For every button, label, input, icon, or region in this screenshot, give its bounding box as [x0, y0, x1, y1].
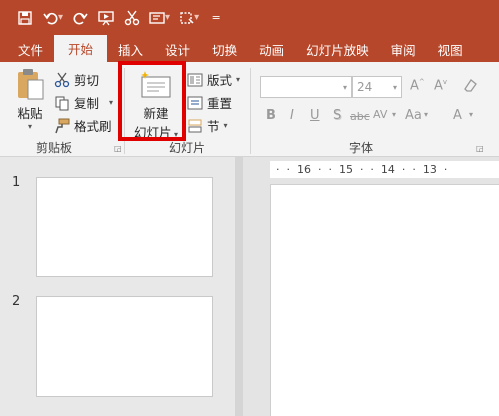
section-dropdown-icon: ▾ [223, 121, 228, 130]
grow-font-icon[interactable]: A^ [410, 78, 425, 93]
section-icon [187, 118, 203, 134]
copy-dropdown-icon: ▾ [109, 98, 114, 107]
font-size-dropdown-icon: ▾ [392, 82, 397, 92]
shrink-font-icon[interactable]: Av [434, 78, 447, 93]
character-spacing-dropdown-icon[interactable]: ▾ [392, 110, 396, 119]
tab-home[interactable]: 开始 [54, 35, 108, 62]
pane-splitter[interactable] [235, 157, 243, 416]
font-launcher-icon[interactable]: ◲ [476, 144, 484, 153]
cut-label: 剪切 [74, 73, 100, 88]
ribbon: 粘贴 ▾ 剪切 复制 ▾ 格式刷 剪贴板 ◲ 新建 幻灯片 ▾ 版式 ▾ 重置 … [0, 62, 499, 157]
reset-icon [187, 95, 203, 111]
tab-review[interactable]: 审阅 [380, 37, 427, 62]
clear-format-icon[interactable] [462, 77, 478, 97]
slide-canvas[interactable] [270, 184, 499, 416]
tab-animations[interactable]: 动画 [248, 37, 295, 62]
tab-view[interactable]: 视图 [427, 37, 474, 62]
tab-insert[interactable]: 插入 [107, 37, 154, 62]
cut-icon[interactable] [119, 5, 145, 31]
screenshot-dropdown-icon[interactable]: ▾ [194, 12, 199, 23]
redo-icon[interactable] [67, 5, 93, 31]
customize-icon[interactable]: = [203, 5, 229, 31]
shadow-button[interactable]: S [333, 108, 341, 123]
paste-label: 粘贴 [17, 106, 43, 121]
paste-button[interactable]: 粘贴 ▾ [12, 68, 48, 134]
layout-dropdown-icon: ▾ [236, 75, 241, 84]
ruler-marks: · · 16 · · 15 · · 14 · · 13 · [276, 163, 448, 176]
copy-label: 复制 [74, 96, 100, 111]
font-size-combo[interactable]: 24 ▾ [352, 76, 402, 98]
copy-button[interactable]: 复制 ▾ [54, 93, 113, 112]
font-name-dropdown-icon: ▾ [342, 82, 347, 92]
ribbon-tabs: 文件 开始 插入 设计 切换 动画 幻灯片放映 审阅 视图 [0, 35, 499, 62]
slide-thumbnail-1[interactable] [36, 177, 213, 277]
clipboard-launcher-icon[interactable]: ◲ [114, 144, 122, 153]
change-case-dropdown-icon[interactable]: ▾ [424, 110, 428, 119]
save-icon[interactable] [12, 5, 38, 31]
clipboard-group-label: 剪贴板 [36, 141, 73, 155]
font-color-dropdown-icon[interactable]: ▾ [469, 110, 473, 119]
font-group-label: 字体 [349, 141, 374, 155]
tab-transitions[interactable]: 切换 [201, 37, 248, 62]
strikethrough-button[interactable]: abc [350, 110, 370, 123]
format-painter-label: 格式刷 [74, 119, 112, 134]
cut-button[interactable]: 剪切 [54, 70, 99, 89]
slide-thumbnail-pane: 1 2 [0, 157, 235, 416]
present-icon[interactable] [93, 5, 119, 31]
reset-button[interactable]: 重置 [187, 93, 232, 112]
italic-button[interactable]: I [290, 108, 294, 123]
paste-icon [12, 68, 48, 105]
slide-number-1: 1 [12, 175, 21, 190]
bold-button[interactable]: B [266, 108, 276, 123]
paste-dropdown-icon: ▾ [27, 122, 32, 131]
underline-button[interactable]: U [310, 108, 320, 123]
layout-label: 版式 [207, 73, 233, 88]
group-separator [250, 68, 251, 154]
copy-icon [54, 95, 70, 111]
tab-slideshow[interactable]: 幻灯片放映 [295, 37, 380, 62]
tab-file[interactable]: 文件 [0, 37, 54, 62]
section-label: 节 [207, 119, 220, 134]
textbox-dropdown-icon[interactable]: ▾ [165, 12, 170, 23]
reset-label: 重置 [207, 96, 233, 111]
font-color-button[interactable]: A [453, 108, 462, 123]
layout-button[interactable]: 版式 ▾ [187, 70, 240, 89]
slide-thumbnail-2[interactable] [36, 296, 213, 397]
format-painter-icon [54, 118, 70, 134]
slide-number-2: 2 [12, 294, 21, 309]
scissors-icon [54, 72, 70, 88]
undo-dropdown-icon[interactable]: ▾ [58, 12, 63, 23]
horizontal-ruler: · · 16 · · 15 · · 14 · · 13 · [270, 161, 499, 178]
highlight-box [118, 61, 186, 141]
format-painter-button[interactable]: 格式刷 [54, 116, 112, 135]
tab-design[interactable]: 设计 [154, 37, 201, 62]
layout-icon [187, 72, 203, 88]
change-case-button[interactable]: Aa [405, 108, 422, 123]
quick-access-toolbar: ▾ ▾ ▾ = [0, 0, 499, 35]
character-spacing-button[interactable]: AV [373, 108, 387, 121]
font-name-combo[interactable]: ▾ [260, 76, 352, 98]
slides-group-label: 幻灯片 [169, 141, 206, 155]
section-button[interactable]: 节 ▾ [187, 116, 228, 135]
font-size-value: 24 [357, 80, 373, 94]
